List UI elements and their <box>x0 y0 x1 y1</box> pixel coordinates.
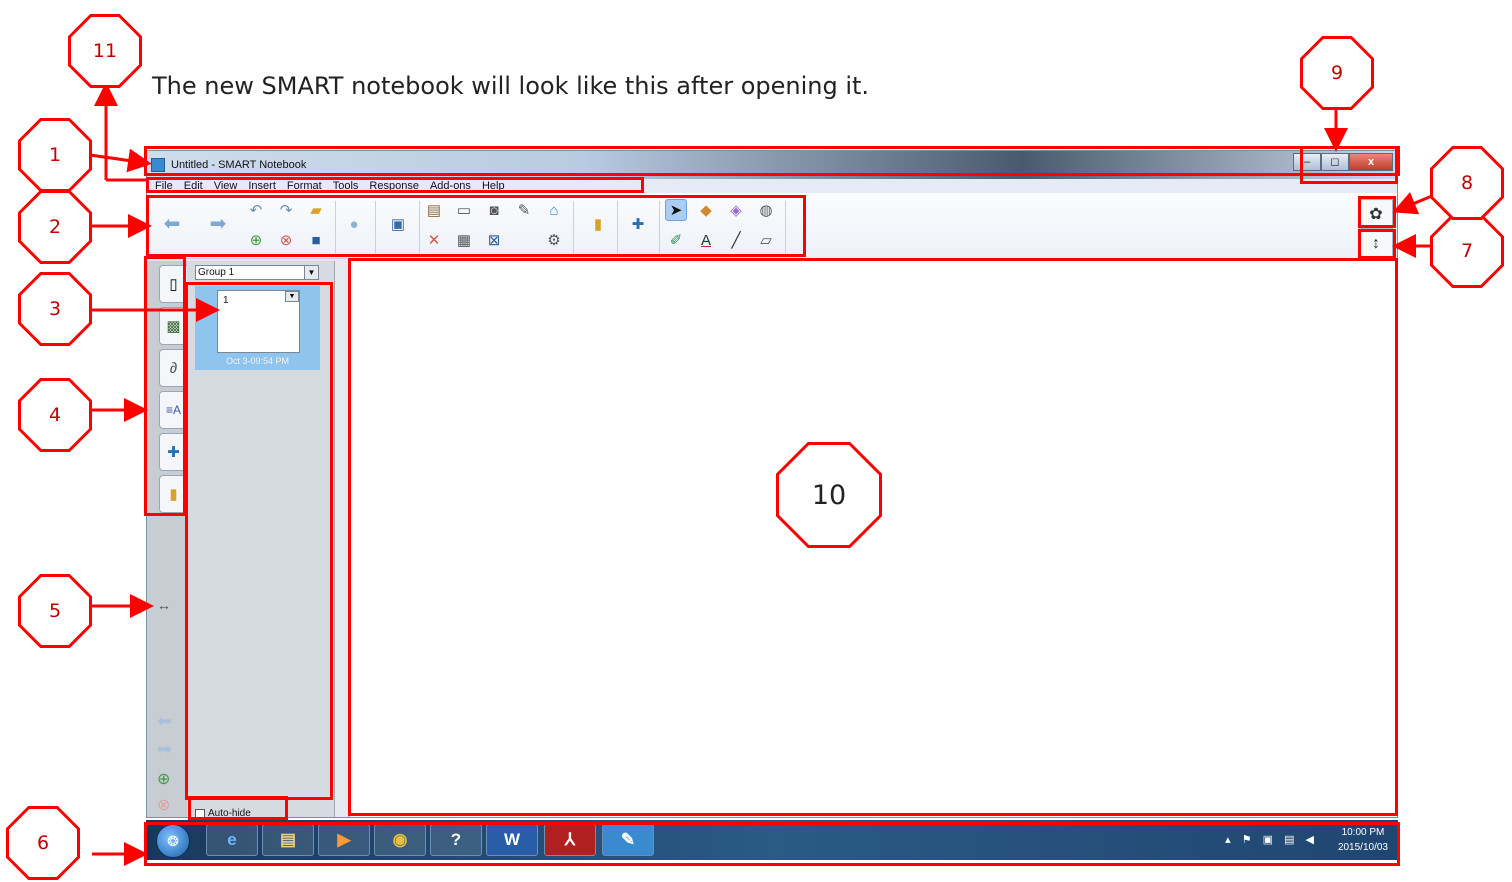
next-page-icon[interactable]: ➡ <box>157 739 172 760</box>
annotation-box-page-sorter <box>185 282 333 800</box>
annotation-box-title-bar <box>144 146 1400 176</box>
annotation-box-work-area <box>348 258 1398 816</box>
annotation-label-5: 5 <box>18 574 92 648</box>
annotation-box-settings-button <box>1358 196 1396 228</box>
group-select-value: Group 1 <box>198 267 235 278</box>
resize-handle[interactable]: ↔ <box>157 597 171 613</box>
annotation-label-10: 10 <box>776 442 882 548</box>
annotation-label-1: 1 <box>18 118 92 192</box>
group-select[interactable]: Group 1 ▼ <box>195 265 319 280</box>
add-page-icon[interactable]: ⊕ <box>157 769 170 789</box>
annotation-label-6: 6 <box>6 806 80 880</box>
annotation-box-window-controls <box>1300 146 1398 184</box>
annotation-label-9: 9 <box>1300 36 1374 110</box>
annotation-box-collapse-button <box>1358 229 1396 259</box>
chevron-down-icon[interactable]: ▼ <box>304 266 318 279</box>
previous-page-icon[interactable]: ⬅ <box>157 711 172 732</box>
annotation-box-taskbar <box>144 822 1400 866</box>
intro-text: The new SMART notebook will look like th… <box>152 72 870 100</box>
annotation-label-7: 7 <box>1430 214 1504 288</box>
delete-page-icon[interactable]: ⊗ <box>157 795 170 815</box>
annotation-box-toolbar <box>146 195 806 257</box>
annotation-label-3: 3 <box>18 272 92 346</box>
sorter-scrollbar[interactable] <box>335 261 349 817</box>
annotation-box-auto-hide <box>188 796 288 820</box>
annotation-box-menu-bar <box>146 177 644 193</box>
annotation-label-8: 8 <box>1430 146 1504 220</box>
annotation-label-2: 2 <box>18 190 92 264</box>
annotation-box-side-tabs <box>144 256 186 516</box>
annotation-label-4: 4 <box>18 378 92 452</box>
annotation-label-11: 11 <box>68 14 142 88</box>
